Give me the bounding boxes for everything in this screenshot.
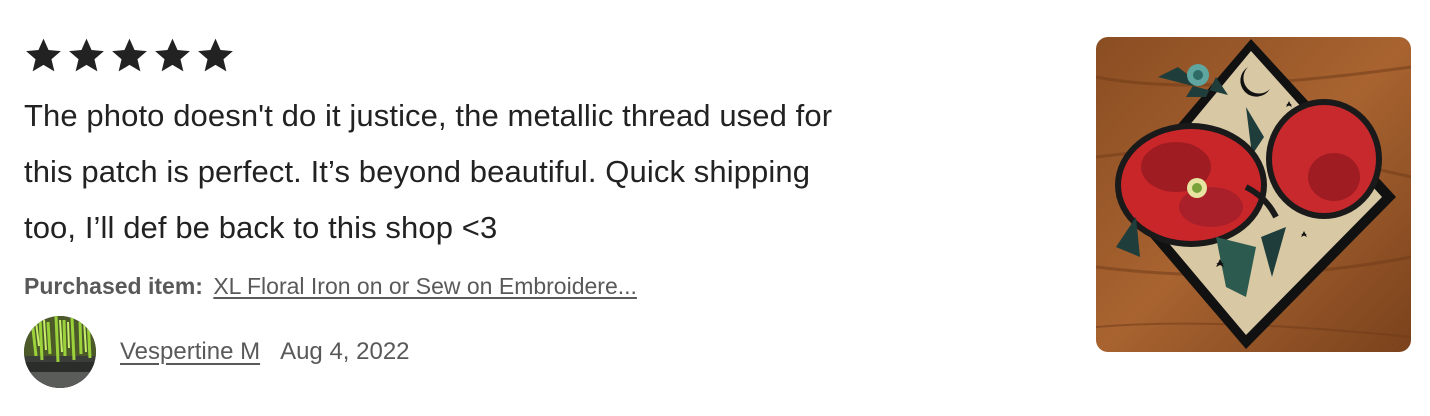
purchased-item-label: Purchased item:: [24, 273, 203, 299]
star-icon: [67, 36, 106, 75]
purchased-item-link[interactable]: XL Floral Iron on or Sew on Embroidere..…: [213, 273, 637, 299]
purchased-item: Purchased item: XL Floral Iron on or Sew…: [24, 270, 637, 302]
reviewer-avatar[interactable]: [24, 316, 96, 388]
star-rating: [24, 36, 235, 75]
review-text-line: this patch is perfect. It’s beyond beaut…: [24, 154, 811, 189]
reviewer-info: Vespertine M Aug 4, 2022: [24, 316, 410, 388]
review-text-line: too, I’ll def be back to this shop <3: [24, 210, 498, 245]
star-icon: [24, 36, 63, 75]
review-photo[interactable]: [1096, 37, 1411, 352]
star-icon: [153, 36, 192, 75]
review-text: The photo doesn't do it justice, the met…: [24, 88, 964, 256]
reviewer-name-link[interactable]: Vespertine M: [120, 338, 260, 366]
review-date: Aug 4, 2022: [280, 338, 410, 365]
star-icon: [196, 36, 235, 75]
review-card: The photo doesn't do it justice, the met…: [0, 0, 1430, 416]
star-icon: [110, 36, 149, 75]
review-text-line: The photo doesn't do it justice, the met…: [24, 98, 833, 133]
